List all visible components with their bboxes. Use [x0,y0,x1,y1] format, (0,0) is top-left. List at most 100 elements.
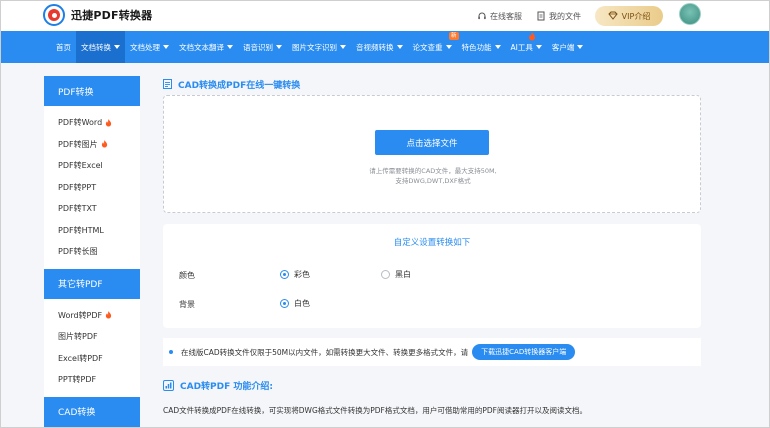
upload-hint-line2: 支持DWG,DWT,DXF格式 [395,177,471,185]
sidebar-item-label: PDF转长图 [58,247,98,257]
settings-title: 自定义设置转换如下 [393,238,471,248]
vip-button[interactable]: VIP介绍 [595,6,663,26]
page-title: CAD转换成PDF在线一键转换 [178,80,301,91]
sidebar-item-label: Excel转PDF [58,353,103,363]
headset-icon [477,11,487,21]
online-service-label: 在线客服 [490,11,522,21]
nav-doc-process[interactable]: 文档处理 [125,31,174,63]
chevron-down-icon [494,45,501,49]
nav-doc-process-label: 文档处理 [130,42,160,52]
document-icon [536,11,546,21]
logo[interactable]: 迅捷PDF转换器 [43,4,152,26]
my-docs-label: 我的文件 [549,11,581,21]
my-docs-link[interactable]: 我的文件 [536,11,581,22]
chevron-down-icon [445,45,452,49]
sidebar-item-label: PDF转Word [58,118,103,128]
top-header: 迅捷PDF转换器 在线客服 我的文件 VIP介绍 [1,1,769,31]
nav-home[interactable]: 首页 [51,31,76,63]
nav-client[interactable]: 客户端 [547,31,589,63]
sidebar-item-label: PPT转PDF [58,375,97,385]
sidebar-item-pdf-to-long-image[interactable]: PDF转长图 [44,241,140,263]
sidebar-item-pdf-to-ppt[interactable]: PDF转PPT [44,177,140,199]
sidebar-item-label: PDF转Excel [58,161,103,171]
sidebar-item-image-to-pdf[interactable]: 图片转PDF [44,326,140,348]
sidebar-group-other-to-pdf[interactable]: 其它转PDF [44,268,140,299]
fire-icon [101,140,107,148]
nav-speech-label: 语音识别 [243,42,273,52]
intro-text: CAD文件转换成PDF在线转换，可实现将DWG格式文件转换为PDF格式文档，用户… [163,406,587,415]
notice-bar: 在线版CAD转换文件仅限于50M以内文件，如需转换更大文件、转换更多格式文件，请… [163,338,701,366]
upload-hint: 请上传需要转换的CAD文件，最大支持50M, 支持DWG,DWT,DXF格式 [164,166,702,186]
fire-icon [528,32,535,41]
background-label: 背景 [179,300,195,309]
nav-doc-translate-label: 文档文本翻译 [179,42,224,52]
chevron-down-icon [535,45,542,49]
settings-panel: 自定义设置转换如下 颜色 彩色 黑白 背景 白色 [163,224,701,328]
intro-title-text: CAD转PDF 功能介绍: [180,382,273,392]
chevron-down-icon [396,45,403,49]
main-nav: 首页 文档转换 文档处理 文档文本翻译 语音识别 图片文字识别 音视频转换 论文… [1,31,769,63]
sidebar-item-label: PDF转图片 [58,139,98,149]
sidebar-item-pdf-to-image[interactable]: PDF转图片 [44,134,140,156]
sidebar-item-label: Word转PDF [58,310,103,320]
nav-ocr-label: 图片文字识别 [292,42,337,52]
nav-client-label: 客户端 [551,42,575,52]
nav-doc-translate[interactable]: 文档文本翻译 [174,31,238,63]
chevron-down-icon [114,45,120,49]
nav-ai-tools-label: AI工具 [510,42,533,52]
sidebar-item-pdf-to-txt[interactable]: PDF转TXT [44,198,140,220]
color-option-color-radio[interactable]: 彩色 [280,269,310,280]
nav-features-label: 特色功能 [461,42,492,52]
select-file-button[interactable]: 点击选择文件 [375,130,489,155]
nav-plagiarism[interactable]: 论文查重新 [408,31,459,63]
vip-label: VIP介绍 [621,11,651,21]
notice-text: 在线版CAD转换文件仅限于50M以内文件，如需转换更大文件、转换更多格式文件，请 [181,347,469,357]
sidebar-item-label: 图片转PDF [58,332,98,342]
intro-icon [163,380,174,391]
background-option-white-radio[interactable]: 白色 [280,298,310,309]
download-client-button[interactable]: 下载迅捷CAD转换器客户端 [472,344,576,360]
chevron-down-icon [276,45,282,49]
nav-plagiarism-label: 论文查重 [412,42,443,52]
sidebar: PDF转换 PDF转Word PDF转图片 PDF转Excel PDF转PPT … [44,76,140,427]
color-option-color-label: 彩色 [294,270,310,279]
sidebar-item-pdf-to-excel[interactable]: PDF转Excel [44,155,140,177]
chevron-down-icon [577,45,584,49]
sidebar-item-ppt-to-pdf[interactable]: PPT转PDF [44,369,140,391]
page-frame: 迅捷PDF转换器 在线客服 我的文件 VIP介绍 首页 文档转换 文档处理 文档… [0,0,770,428]
upload-dropzone[interactable]: 点击选择文件 请上传需要转换的CAD文件，最大支持50M, 支持DWG,DWT,… [163,95,701,213]
background-option-white-label: 白色 [294,299,310,308]
sidebar-group-cad-convert[interactable]: CAD转换 [44,396,140,427]
fire-icon [106,311,112,319]
sidebar-group-pdf-convert[interactable]: PDF转换 [44,76,140,106]
nav-features[interactable]: 特色功能 [457,31,506,63]
fire-icon [106,118,112,127]
online-service-link[interactable]: 在线客服 [477,11,522,22]
diamond-icon [608,11,618,22]
nav-av-convert[interactable]: 音视频转换 [351,31,408,63]
radio-dot [280,270,289,279]
sidebar-item-pdf-to-html[interactable]: PDF转HTML [44,220,140,242]
nav-doc-convert[interactable]: 文档转换 [76,31,125,63]
sidebar-item-label: PDF转PPT [58,182,97,192]
sidebar-item-label: PDF转TXT [58,204,97,214]
sidebar-item-label: PDF转HTML [58,225,104,235]
main-content: CAD转换成PDF在线一键转换 点击选择文件 请上传需要转换的CAD文件，最大支… [163,76,701,427]
page-title-row: CAD转换成PDF在线一键转换 [163,76,701,92]
top-links: 在线客服 我的文件 VIP介绍 [463,1,663,31]
sidebar-item-excel-to-pdf[interactable]: Excel转PDF [44,348,140,370]
intro-title: CAD转PDF 功能介绍: [163,379,273,392]
radio-dot [381,270,390,279]
nav-speech[interactable]: 语音识别 [238,31,287,63]
color-option-bw-radio[interactable]: 黑白 [381,269,411,280]
nav-ocr[interactable]: 图片文字识别 [287,31,351,63]
sidebar-item-pdf-to-word[interactable]: PDF转Word [44,112,140,134]
sidebar-item-word-to-pdf[interactable]: Word转PDF [44,305,140,327]
nav-doc-convert-label: 文档转换 [81,42,111,52]
upload-hint-line1: 请上传需要转换的CAD文件，最大支持50M, [369,167,497,175]
bullet-icon [169,350,173,354]
nav-ai-tools[interactable]: AI工具 [506,31,547,63]
logo-text: 迅捷PDF转换器 [71,9,153,22]
color-option-bw-label: 黑白 [395,270,411,279]
user-avatar[interactable] [679,3,701,25]
